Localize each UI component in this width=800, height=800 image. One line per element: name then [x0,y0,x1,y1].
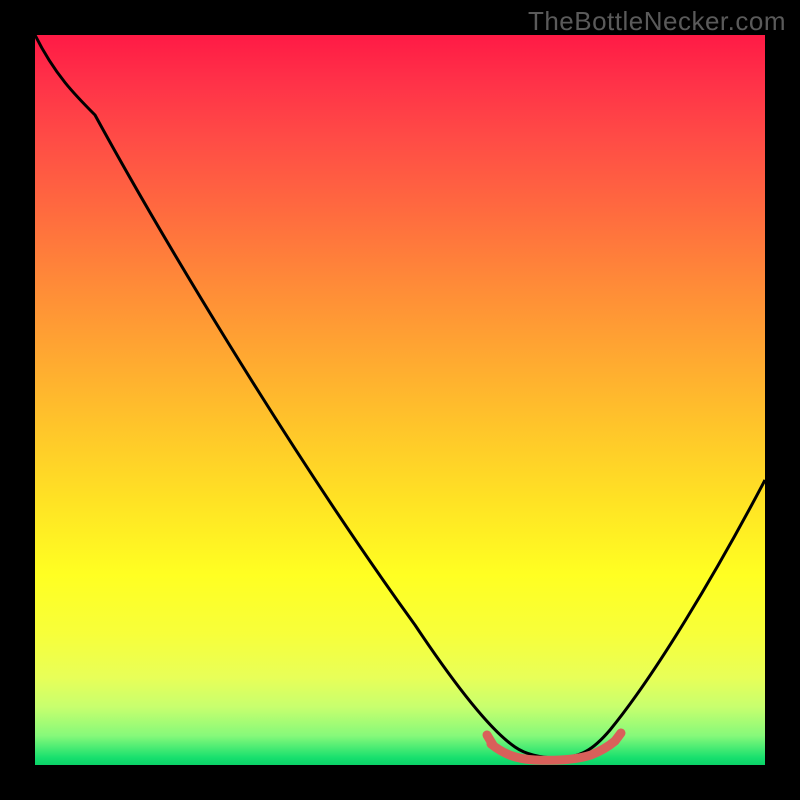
bottleneck-curve [35,35,765,758]
highlight-cap-left [487,735,493,745]
watermark-text: TheBottleNecker.com [528,6,786,37]
highlight-cap-right [615,733,621,741]
curve-layer [35,35,765,765]
plot-area [35,35,765,765]
chart-frame: TheBottleNecker.com [0,0,800,800]
